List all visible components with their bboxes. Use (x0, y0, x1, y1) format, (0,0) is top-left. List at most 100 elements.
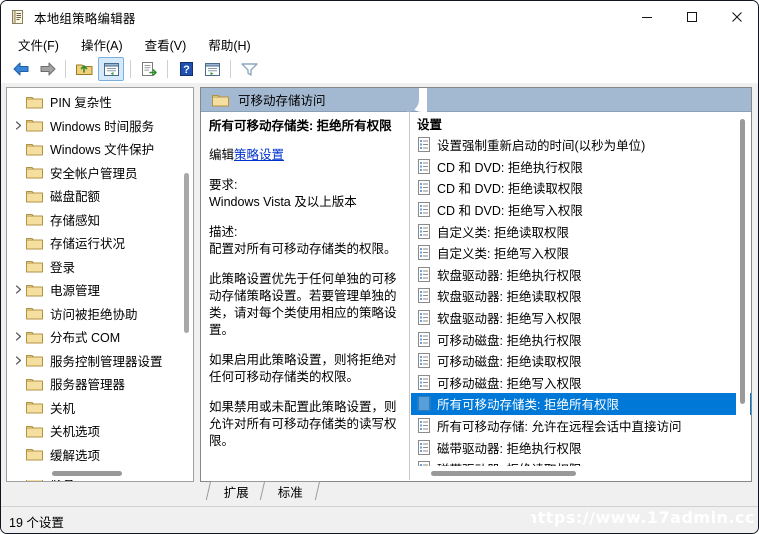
tree-item[interactable]: 电源管理 (7, 278, 181, 302)
tree-item[interactable]: PIN 复杂性 (7, 90, 181, 114)
tab-standard-label: 标准 (278, 485, 304, 500)
maximize-button[interactable] (669, 1, 714, 33)
chevron-right-icon[interactable] (12, 356, 25, 365)
chevron-right-icon[interactable] (12, 285, 25, 294)
tree-item-label: 关机 (50, 401, 76, 416)
settings-list-row[interactable]: 所有可移动存储类: 拒绝所有权限 (411, 393, 751, 415)
description-paragraph: 配置对所有可移动存储类的权限。 (209, 242, 397, 256)
settings-list-row[interactable]: CD 和 DVD: 拒绝读取权限 (411, 177, 751, 199)
show-details-pane-icon[interactable] (200, 58, 224, 80)
tree-item-label: 关机选项 (50, 425, 101, 440)
policy-setting-icon (417, 439, 431, 455)
tree-item-label: 服务器管理器 (50, 378, 126, 393)
close-button[interactable] (714, 1, 758, 33)
settings-horizontal-scroll-thumb[interactable] (431, 471, 576, 476)
settings-list-row[interactable]: 可移动磁盘: 拒绝读取权限 (411, 350, 751, 372)
settings-list-column[interactable]: 设置 设置强制重新启动的时间(以秒为单位) CD 和 DVD: 拒绝执行权限 CD … (411, 112, 751, 480)
tree-vertical-scrollbar[interactable] (180, 89, 192, 465)
settings-list-row[interactable]: 可移动磁盘: 拒绝执行权限 (411, 328, 751, 350)
settings-vertical-scroll-thumb[interactable] (740, 119, 745, 404)
settings-list-row[interactable]: 自定义类: 拒绝写入权限 (411, 242, 751, 264)
settings-list-row[interactable]: 软盘驱动器: 拒绝写入权限 (411, 307, 751, 329)
tree-item-label: 缓解选项 (50, 448, 101, 463)
window-title: 本地组策略编辑器 (34, 11, 136, 26)
settings-list-row-label: 磁带驱动器: 拒绝执行权限 (437, 441, 582, 456)
description-paragraph: 如果禁用或未配置此策略设置，则允许对所有可移动存储类的读写权限。 (209, 400, 397, 448)
tree-item[interactable]: 服务器管理器 (7, 372, 181, 396)
tree-item[interactable]: 关机 (7, 396, 181, 420)
console-tree-pane[interactable]: PIN 复杂性 Windows 时间服务 Windows 文件保护安全帐户管理员磁盘… (6, 87, 194, 482)
tree-vertical-scroll-thumb[interactable] (184, 173, 189, 333)
tree-item[interactable]: 分布式 COM (7, 325, 181, 349)
menu-view[interactable]: 查看(V) (135, 33, 197, 56)
menu-action[interactable]: 操作(A) (71, 33, 133, 56)
filter-icon[interactable] (237, 58, 261, 80)
tab-standard[interactable]: 标准 (259, 481, 321, 500)
content-area: PIN 复杂性 Windows 时间服务 Windows 文件保护安全帐户管理员磁盘… (1, 83, 758, 506)
toolbar-separator (230, 60, 231, 78)
policy-setting-icon (417, 137, 431, 153)
settings-list-row[interactable]: CD 和 DVD: 拒绝写入权限 (411, 199, 751, 221)
toolbar-separator (65, 60, 66, 78)
tree-item-label: 安全帐户管理员 (50, 166, 138, 181)
settings-list-row[interactable]: 可移动磁盘: 拒绝写入权限 (411, 372, 751, 394)
tree-item[interactable]: 关机选项 (7, 419, 181, 443)
settings-list-row-label: 所有可移动存储: 允许在远程会话中直接访问 (437, 420, 682, 435)
settings-list-row[interactable]: 设置强制重新启动的时间(以秒为单位) (411, 134, 751, 156)
policy-setting-icon (417, 353, 431, 369)
settings-list-row[interactable]: 磁带驱动器: 拒绝执行权限 (411, 436, 751, 458)
tab-extended[interactable]: 扩展 (205, 481, 267, 500)
edit-policy-setting-link[interactable]: 策略设置 (234, 148, 284, 162)
back-icon[interactable] (9, 58, 33, 80)
show-hide-tree-icon[interactable] (98, 57, 124, 81)
window-controls (624, 1, 758, 33)
tree-item[interactable]: 服务控制管理器设置 (7, 349, 181, 373)
settings-horizontal-scrollbar[interactable] (411, 466, 749, 480)
settings-list-row-label: 所有可移动存储类: 拒绝所有权限 (437, 398, 619, 413)
tab-extended-label: 扩展 (224, 485, 250, 500)
svg-text:?: ? (183, 64, 190, 76)
folder-icon (26, 283, 43, 297)
tree-item[interactable]: 登录 (7, 255, 181, 279)
chevron-right-icon[interactable] (12, 332, 25, 341)
settings-list-row[interactable]: 软盘驱动器: 拒绝读取权限 (411, 285, 751, 307)
settings-list-row[interactable]: CD 和 DVD: 拒绝执行权限 (411, 156, 751, 178)
settings-list-row-label: 软盘驱动器: 拒绝执行权限 (437, 268, 582, 283)
tree-item[interactable]: 安全帐户管理员 (7, 161, 181, 185)
chevron-right-icon[interactable] (12, 121, 25, 130)
policy-setting-icon (417, 266, 431, 282)
policy-setting-icon (417, 202, 431, 218)
menu-file[interactable]: 文件(F) (8, 33, 69, 56)
tree-item[interactable]: 存储运行状况 (7, 231, 181, 255)
edit-prefix-label: 编辑 (209, 148, 235, 162)
settings-list-row-label: 软盘驱动器: 拒绝写入权限 (437, 312, 582, 327)
minimize-button[interactable] (624, 1, 669, 33)
forward-icon[interactable] (35, 58, 59, 80)
tree-item[interactable]: 缓解选项 (7, 443, 181, 467)
tree-horizontal-scrollbar[interactable] (8, 466, 193, 480)
tree-item[interactable]: Windows 文件保护 (7, 137, 181, 161)
up-one-level-icon[interactable] (72, 58, 96, 80)
description-paragraph: 如果启用此策略设置，则将拒绝对任何可移动存储类的权限。 (209, 353, 397, 384)
folder-icon (212, 93, 229, 107)
settings-vertical-scrollbar[interactable] (736, 113, 750, 465)
description-paragraph: 此策略设置优先于任何单独的可移动存储策略设置。若要管理单独的类，请对每个类使用相… (209, 272, 397, 337)
toolbar-separator (167, 60, 168, 78)
policy-setting-icon (417, 418, 431, 434)
tree-horizontal-scroll-thumb[interactable] (52, 471, 122, 476)
help-icon[interactable]: ? (174, 58, 198, 80)
tree-item[interactable]: 访问被拒绝协助 (7, 302, 181, 326)
settings-list-row[interactable]: 所有可移动存储: 允许在远程会话中直接访问 (411, 415, 751, 437)
tree-item[interactable]: Windows 时间服务 (7, 114, 181, 138)
tree-item[interactable]: 存储感知 (7, 208, 181, 232)
folder-icon (26, 189, 43, 203)
title-bar: 本地组策略编辑器 (1, 1, 758, 33)
folder-icon (26, 424, 43, 438)
tree-item[interactable]: 磁盘配额 (7, 184, 181, 208)
settings-list-row[interactable]: 自定义类: 拒绝读取权限 (411, 220, 751, 242)
menu-help[interactable]: 帮助(H) (198, 33, 260, 56)
settings-list-row-label: CD 和 DVD: 拒绝写入权限 (437, 204, 583, 219)
settings-column-header[interactable]: 设置 (411, 112, 751, 134)
export-list-icon[interactable] (137, 58, 161, 80)
settings-list-row[interactable]: 软盘驱动器: 拒绝执行权限 (411, 264, 751, 286)
